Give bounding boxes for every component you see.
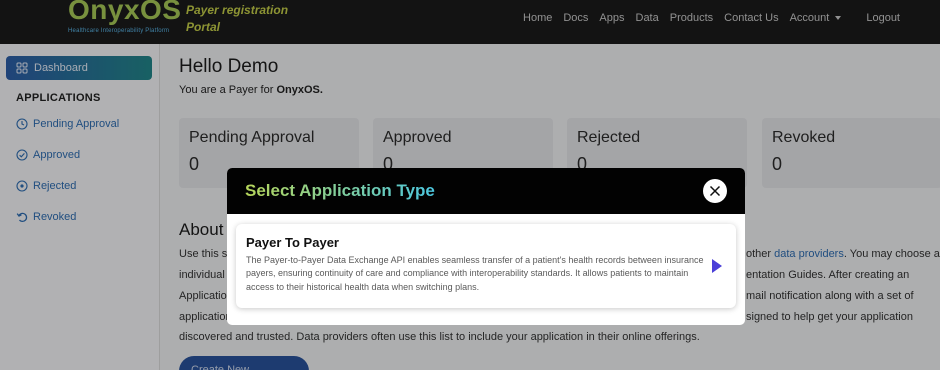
close-button[interactable] <box>703 179 727 203</box>
play-arrow-icon[interactable] <box>712 259 722 273</box>
close-icon <box>709 185 721 197</box>
option-description: The Payer-to-Payer Data Exchange API ena… <box>246 255 704 292</box>
modal-title: Select Application Type <box>245 181 435 200</box>
modal-header: Select Application Type <box>227 168 745 214</box>
option-title: Payer To Payer <box>246 235 339 250</box>
option-payer-to-payer[interactable]: Payer To Payer The Payer-to-Payer Data E… <box>236 224 736 308</box>
select-application-type-modal: Select Application Type Payer To Payer T… <box>227 168 745 325</box>
